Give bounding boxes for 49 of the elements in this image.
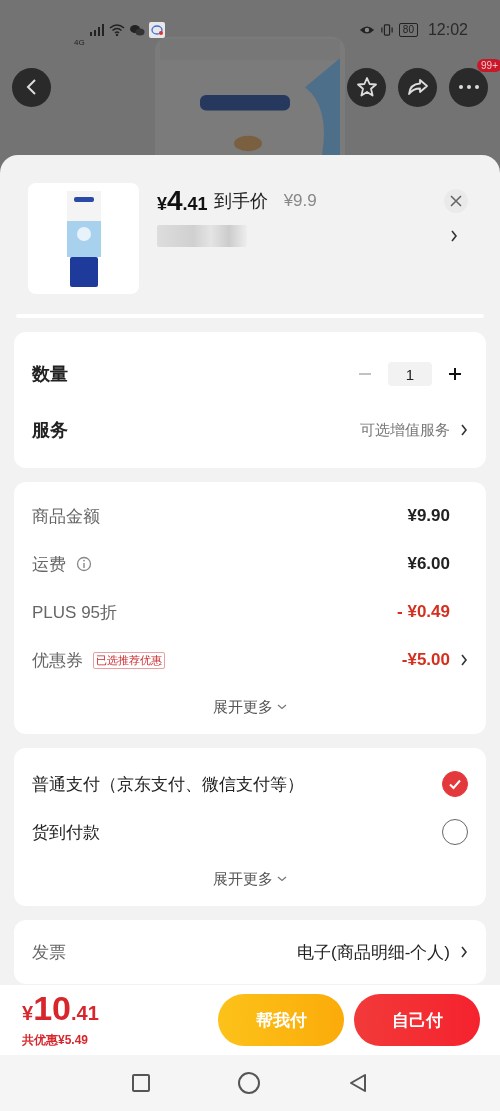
fee-label: PLUS 95折 — [32, 601, 118, 624]
fee-amount: - ¥0.49 — [397, 602, 450, 622]
info-icon[interactable] — [76, 556, 92, 572]
total-price: ¥10.41 — [22, 991, 99, 1029]
recents-button[interactable] — [132, 1074, 150, 1092]
chevron-right-icon[interactable] — [460, 945, 468, 959]
battery-indicator: 80 — [398, 23, 418, 37]
quantity-field[interactable]: 1 — [388, 362, 432, 386]
radio-button[interactable] — [442, 771, 468, 797]
close-button[interactable] — [444, 189, 468, 213]
chat-bubbles-icon — [128, 24, 145, 36]
fee-label: 商品金额 — [32, 505, 100, 528]
eye-icon — [358, 24, 375, 36]
vibrate-icon — [378, 24, 395, 36]
service-value[interactable]: 可选增值服务 — [360, 420, 450, 440]
fee-amount: ¥9.90 — [407, 506, 450, 526]
payment-option[interactable]: 普通支付（京东支付、微信支付等） — [32, 772, 304, 796]
fee-amount: ¥6.00 — [407, 554, 450, 574]
fee-label: 优惠券 — [32, 649, 83, 672]
original-price: ¥9.9 — [283, 191, 317, 211]
quantity-label: 数量 — [32, 363, 68, 386]
service-label: 服务 — [32, 419, 68, 442]
star-icon — [354, 75, 379, 99]
chevron-right-icon[interactable] — [450, 229, 458, 243]
close-icon — [450, 195, 462, 207]
home-button[interactable] — [238, 1072, 260, 1094]
back-nav-button[interactable] — [348, 1073, 368, 1093]
price-label: 到手价 — [213, 190, 268, 213]
final-price: ¥4.41 — [157, 185, 208, 217]
fee-amount: -¥5.00 — [401, 650, 450, 670]
total-savings: 共优惠¥5.49 — [22, 1032, 90, 1049]
status-time: 12:02 — [427, 21, 468, 39]
chevron-right-icon[interactable] — [460, 653, 468, 667]
invoice-label: 发票 — [32, 941, 66, 964]
invoice-value[interactable]: 电子(商品明细-个人) — [297, 940, 450, 964]
expand-more-button[interactable]: 展开更多 — [207, 684, 293, 730]
chevron-down-icon — [277, 876, 287, 882]
chevron-right-icon[interactable] — [460, 423, 468, 437]
coupon-tag: 已选推荐优惠 — [93, 651, 165, 669]
pay-button[interactable]: 自己付 — [354, 994, 480, 1046]
plus-icon — [448, 367, 462, 381]
wifi-icon — [108, 24, 125, 36]
network-type: 4G — [74, 37, 85, 47]
signal-icon — [88, 24, 105, 36]
more-icon — [456, 84, 481, 90]
chevron-down-icon — [277, 704, 287, 710]
fee-label: 运费 — [32, 553, 66, 576]
payment-option[interactable]: 货到付款 — [32, 820, 100, 844]
expand-more-button[interactable]: 展开更多 — [207, 856, 293, 902]
